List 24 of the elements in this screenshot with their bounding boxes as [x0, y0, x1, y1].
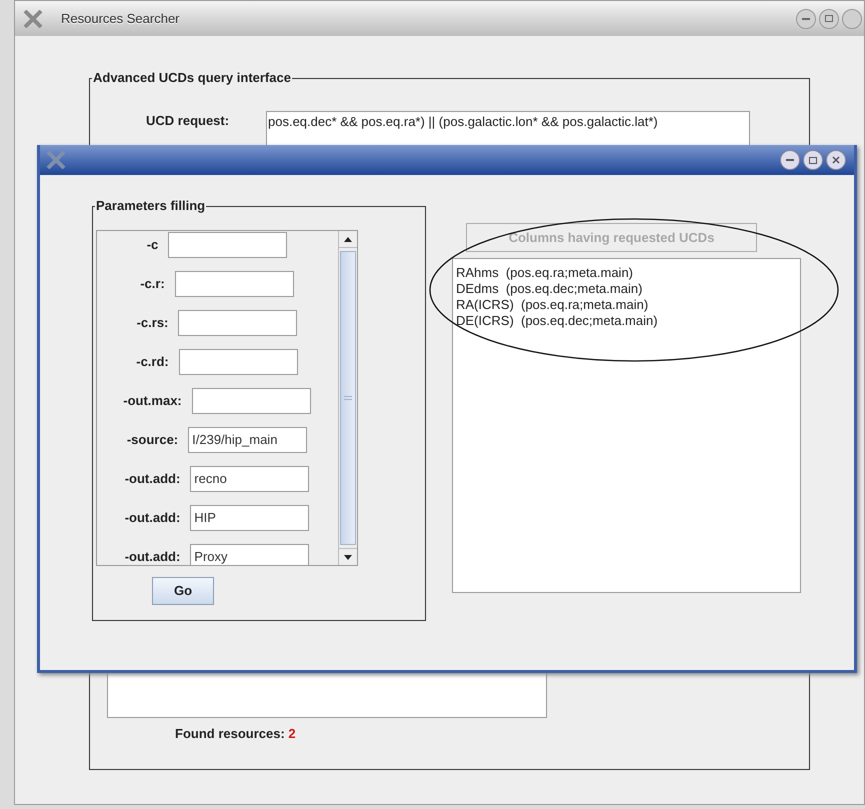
columns-list[interactable]: RAhms (pos.eq.ra;meta.main) DEdms (pos.eq.dec;meta.main) RA(ICRS) (pos.eq.ra;meta.main) DE(ICRS) (pos.eq.dec;meta.main) — [452, 258, 801, 593]
parameter-label: -out.add: — [124, 548, 180, 565]
parameter-label: -c.rd: — [136, 352, 169, 371]
column-item[interactable]: DEdms (pos.eq.dec;meta.main) — [456, 281, 642, 297]
parameter-field[interactable]: Proxy — [190, 544, 310, 565]
parameter-label: -out.max: — [123, 392, 182, 410]
parameter-label: -c.r: — [140, 274, 165, 293]
parameter-field[interactable]: recno — [190, 466, 310, 492]
parameter-label: -c — [146, 236, 158, 254]
parameter-label: -out.add: — [124, 470, 180, 488]
parameter-label: -out.add: — [124, 508, 180, 527]
group-title: Parameters filling — [95, 198, 206, 214]
column-item[interactable]: RAhms (pos.eq.ra;meta.main) — [456, 265, 634, 281]
parameter-label: -source: — [126, 430, 178, 449]
found-resources-text: Found resources: 2 — [175, 725, 296, 743]
parameter-field[interactable]: HIP — [190, 504, 310, 530]
window-title: Resources Searcher — [61, 10, 180, 28]
ucd-request-label: UCD request: — [146, 112, 230, 130]
group-title: Advanced UCDs query interface — [92, 70, 292, 86]
go-button[interactable]: Go — [152, 577, 214, 605]
column-item[interactable]: RA(ICRS) (pos.eq.ra;meta.main) — [456, 297, 648, 313]
parameter-field[interactable]: I/239/hip_main — [188, 426, 308, 452]
parameter-label: -c.rs: — [136, 314, 168, 332]
column-item[interactable]: DE(ICRS) (pos.eq.dec;meta.main) — [456, 313, 658, 329]
